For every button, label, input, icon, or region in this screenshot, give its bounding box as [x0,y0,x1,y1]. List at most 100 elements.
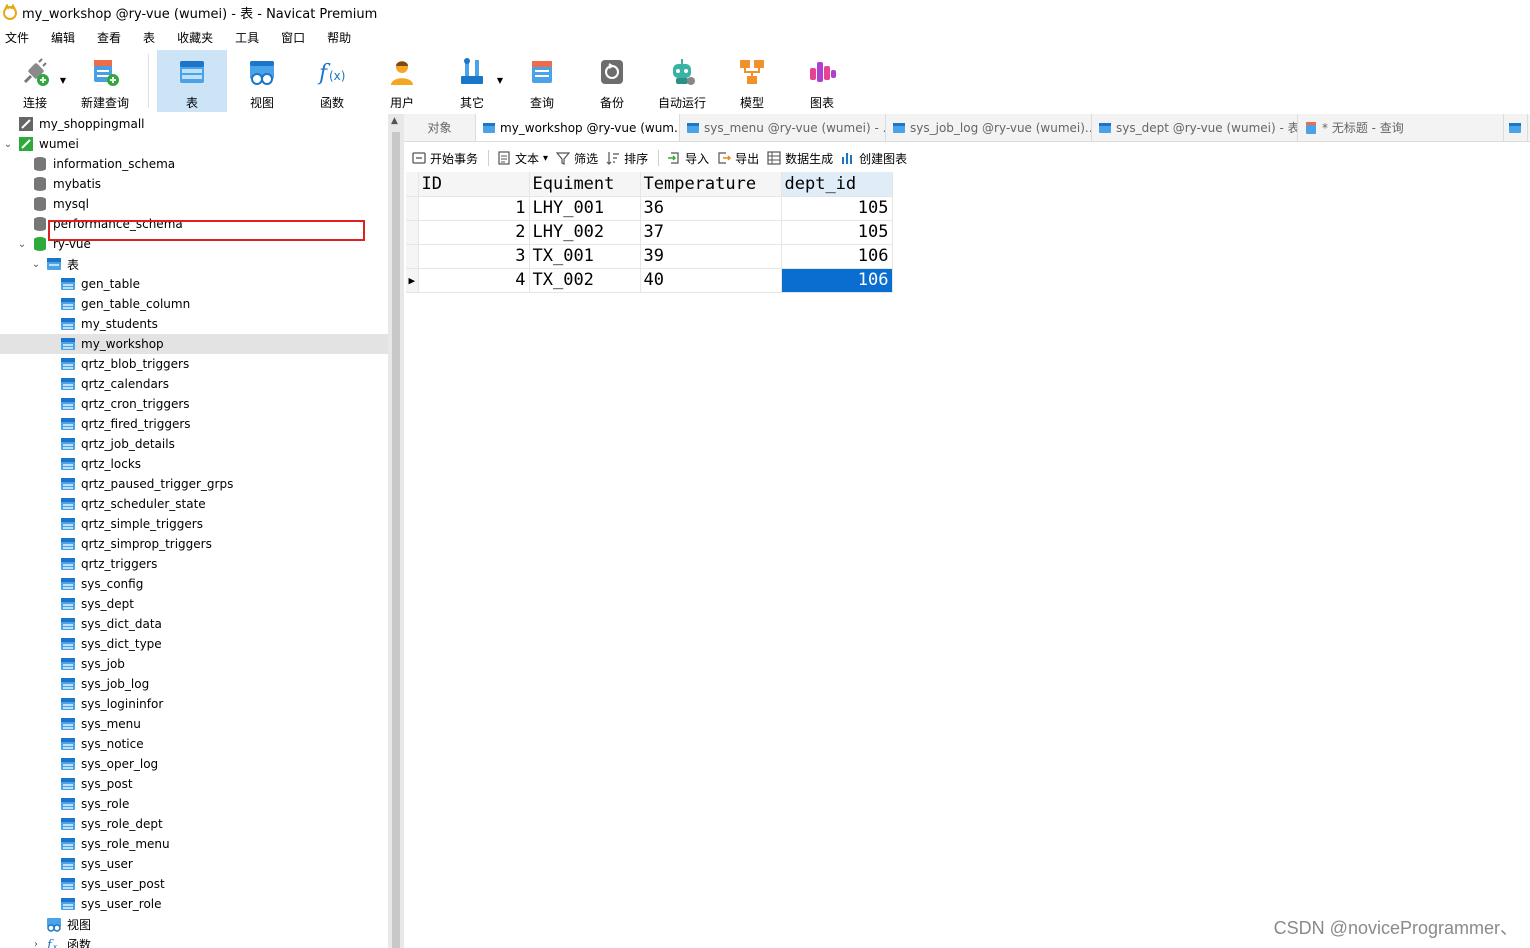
tree-item-sys_logininfor[interactable]: sys_logininfor [0,694,388,714]
tree-item-mybatis[interactable]: mybatis [0,174,388,194]
cell-dept-id[interactable]: 105 [781,220,893,245]
tab-untitled-query[interactable]: * 无标题 - 查询 [1298,114,1504,141]
collapse-arrow-icon[interactable]: ⌄ [30,259,42,270]
navigation-tree[interactable]: my_shoppingmall ⌄ wumei information_schema m… [0,114,388,948]
menu-help[interactable]: 帮助 [321,29,357,46]
export-button[interactable]: 导出 [717,150,759,167]
tree-item-sys_dict_data[interactable]: sys_dict_data [0,614,388,634]
tab-my-workshop[interactable]: my_workshop @ry-vue (wum... [476,114,680,141]
tree-item-my_shoppingmall[interactable]: my_shoppingmall [0,114,388,134]
tree-item-information_schema[interactable]: information_schema [0,154,388,174]
query-button[interactable]: 查询 [507,50,577,112]
cell-temperature[interactable]: 39 [640,244,782,269]
tree-item-sys_job[interactable]: sys_job [0,654,388,674]
table-row[interactable]: 2 LHY_002 37 105 [406,220,893,245]
table-row[interactable]: ▶ 4 TX_002 40 106 [406,268,893,293]
cell-dept-id[interactable]: 106 [781,244,893,269]
expand-arrow-icon[interactable]: › [30,939,42,948]
connect-dropdown-arrow[interactable]: ▼ [60,76,66,85]
data-grid[interactable]: ID Equiment Temperature dept_id 1 LHY_00… [406,172,893,293]
table-row[interactable]: 1 LHY_001 36 105 [406,196,893,221]
scroll-up-arrow-icon[interactable]: ▲ [391,116,398,126]
row-header[interactable] [406,220,419,245]
tree-item-sys_role_menu[interactable]: sys_role_menu [0,834,388,854]
menu-edit[interactable]: 编辑 [45,29,81,46]
tree-item-qrtz_calendars[interactable]: qrtz_calendars [0,374,388,394]
sort-button[interactable]: 排序 [606,150,648,167]
tree-item-sys_dept[interactable]: sys_dept [0,594,388,614]
backup-button[interactable]: 备份 [577,50,647,112]
tree-item-sys_post[interactable]: sys_post [0,774,388,794]
new-query-button[interactable]: 新建查询 [70,50,140,112]
chart-button[interactable]: 图表 [787,50,857,112]
text-button[interactable]: 文本 ▾ [497,150,548,167]
tree-item-wumei[interactable]: ⌄ wumei [0,134,388,154]
cell-equiment[interactable]: LHY_001 [529,196,641,221]
menu-file[interactable]: 文件 [0,29,35,46]
filter-button[interactable]: 筛选 [556,150,598,167]
tree-item-sys_oper_log[interactable]: sys_oper_log [0,754,388,774]
tree-item-sys_notice[interactable]: sys_notice [0,734,388,754]
tree-item-gen_table_column[interactable]: gen_table_column [0,294,388,314]
tab-sys-menu[interactable]: sys_menu @ry-vue (wumei) - ... [680,114,886,141]
tab-sys-dept[interactable]: sys_dept @ry-vue (wumei) - 表 [1092,114,1298,141]
collapse-arrow-icon[interactable]: ⌄ [16,239,28,250]
tree-item-performance_schema[interactable]: performance_schema [0,214,388,234]
data-generate-button[interactable]: 数据生成 [767,150,833,167]
tree-item-gen_table[interactable]: gen_table [0,274,388,294]
import-button[interactable]: 导入 [667,150,709,167]
tree-item-qrtz_blob_triggers[interactable]: qrtz_blob_triggers [0,354,388,374]
other-button[interactable]: ▼ 其它 [437,50,507,112]
tree-item-qrtz_simprop_triggers[interactable]: qrtz_simprop_triggers [0,534,388,554]
cell-equiment[interactable]: TX_001 [529,244,641,269]
cell-temperature[interactable]: 40 [640,268,782,293]
collapse-arrow-icon[interactable]: ⌄ [2,139,14,150]
current-row-indicator-icon[interactable]: ▶ [406,268,419,293]
tree-item-[interactable]: › f x 函数 [0,934,388,948]
cell-equiment[interactable]: LHY_002 [529,220,641,245]
tree-item-sys_menu[interactable]: sys_menu [0,714,388,734]
column-header-id[interactable]: ID [418,172,530,197]
tree-item-qrtz_simple_triggers[interactable]: qrtz_simple_triggers [0,514,388,534]
cell-dept-id[interactable]: 105 [781,196,893,221]
tree-item-mysql[interactable]: mysql [0,194,388,214]
column-header-temperature[interactable]: Temperature [640,172,782,197]
tree-item-[interactable]: ⌄ 表 [0,254,388,274]
tree-item-qrtz_fired_triggers[interactable]: qrtz_fired_triggers [0,414,388,434]
tree-item-sys_config[interactable]: sys_config [0,574,388,594]
column-header-dept-id[interactable]: dept_id [781,172,893,197]
table-row[interactable]: 3 TX_001 39 106 [406,244,893,269]
tree-scrollbar[interactable]: ▲ [388,114,404,948]
cell-equiment[interactable]: TX_002 [529,268,641,293]
tree-item-qrtz_scheduler_state[interactable]: qrtz_scheduler_state [0,494,388,514]
menu-window[interactable]: 窗口 [275,29,311,46]
tree-item-ry-vue[interactable]: ⌄ ry-vue [0,234,388,254]
begin-transaction-button[interactable]: 开始事务 [412,150,478,167]
cell-id[interactable]: 4 [418,268,530,293]
menu-table[interactable]: 表 [137,29,161,46]
tree-item-qrtz_triggers[interactable]: qrtz_triggers [0,554,388,574]
cell-id[interactable]: 3 [418,244,530,269]
tree-item-qrtz_cron_triggers[interactable]: qrtz_cron_triggers [0,394,388,414]
scrollbar-thumb[interactable] [392,132,400,948]
tree-item-sys_user_role[interactable]: sys_user_role [0,894,388,914]
menu-view[interactable]: 查看 [91,29,127,46]
tree-item-my_workshop[interactable]: my_workshop [0,334,388,354]
text-dropdown-arrow[interactable]: ▾ [543,153,548,164]
row-header[interactable] [406,196,419,221]
cell-temperature[interactable]: 36 [640,196,782,221]
tree-item-sys_role[interactable]: sys_role [0,794,388,814]
table-button[interactable]: 表 [157,50,227,112]
tree-item-qrtz_paused_trigger_grps[interactable]: qrtz_paused_trigger_grps [0,474,388,494]
cell-id[interactable]: 2 [418,220,530,245]
menu-tools[interactable]: 工具 [229,29,265,46]
menu-favorites[interactable]: 收藏夹 [171,29,219,46]
cell-temperature[interactable]: 37 [640,220,782,245]
row-header[interactable] [406,244,419,269]
column-header-equiment[interactable]: Equiment [529,172,641,197]
tree-item-sys_role_dept[interactable]: sys_role_dept [0,814,388,834]
tab-overflow[interactable] [1504,114,1528,141]
user-button[interactable]: 用户 [367,50,437,112]
tab-objects[interactable]: 对象 [404,114,476,141]
create-chart-button[interactable]: 创建图表 [841,150,907,167]
